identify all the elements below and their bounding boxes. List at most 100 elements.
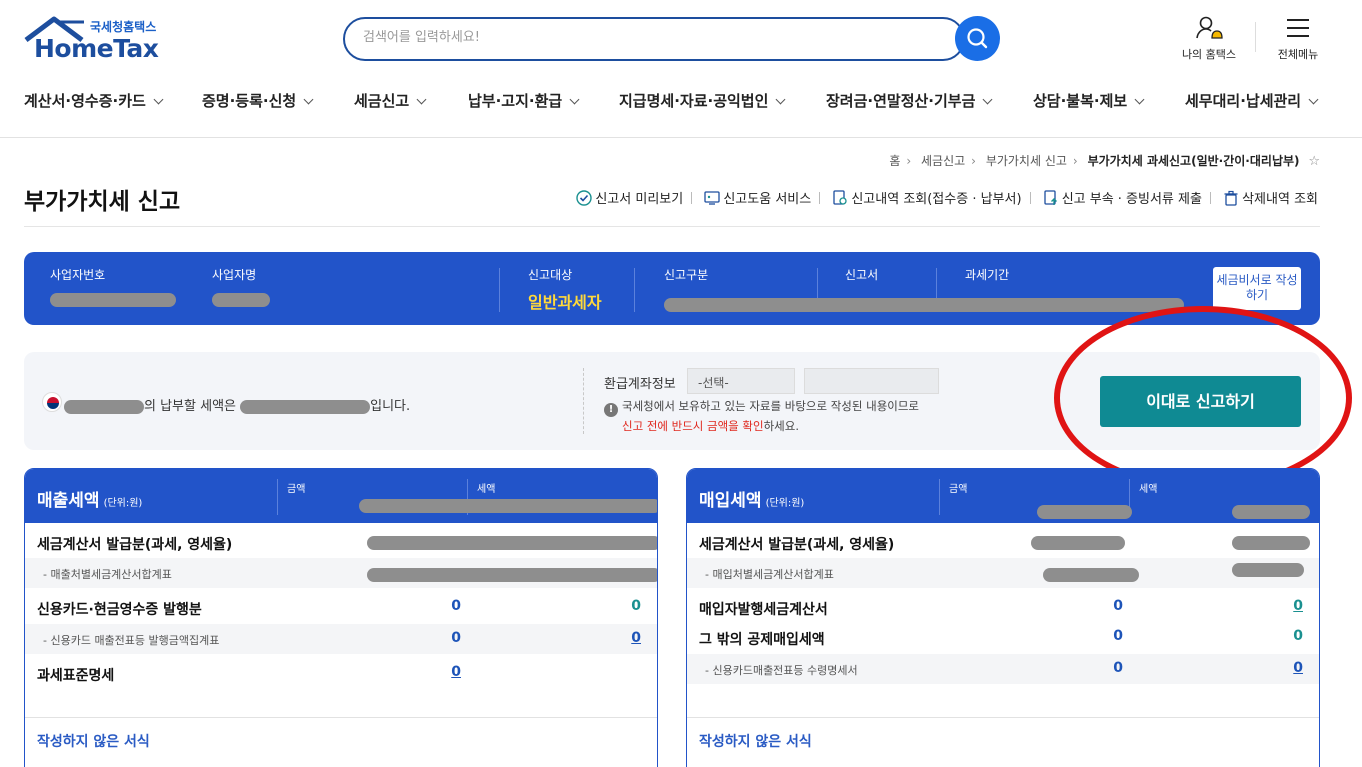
type-form-period-redacted <box>664 294 1184 313</box>
table-row: 그 밖의 공제매입세액 0 0 <box>687 622 1319 652</box>
chevron-down-icon <box>1308 94 1319 105</box>
nav-item-tax-filing[interactable]: 세금신고 <box>354 90 427 111</box>
refund-account-label: 환급계좌정보 <box>604 377 676 392</box>
korea-flag-icon <box>42 392 62 412</box>
taxpayer-name-redacted <box>64 399 144 414</box>
amount-value: 0 <box>1113 660 1123 676</box>
attachment-submit-button[interactable]: 신고 부속 · 증빙서류 제출 <box>1043 188 1202 207</box>
notice-warning: 신고 전에 반드시 금액을 확인 <box>622 419 764 433</box>
document-search-icon <box>833 190 847 205</box>
hamburger-menu-icon <box>1287 19 1309 37</box>
nav-item-statements[interactable]: 지급명세·자료·공익법인 <box>619 90 786 111</box>
search-input[interactable] <box>363 30 923 45</box>
preview-label: 신고서 미리보기 <box>595 192 684 207</box>
table-row: 세금계산서 발급분(과세, 영세율) <box>687 527 1319 557</box>
target-value: 일반과세자 <box>528 293 602 312</box>
nav-label: 세금신고 <box>354 92 410 110</box>
nav-item-agency[interactable]: 세무대리·납세관리 <box>1185 90 1319 111</box>
favorite-star-icon[interactable]: ☆ <box>1308 154 1320 169</box>
purchase-tax-redacted <box>1232 505 1310 519</box>
row-label: 그 밖의 공제매입세액 <box>699 632 825 648</box>
all-menu-label: 전체메뉴 <box>1277 48 1319 61</box>
row-label: 과세표준명세 <box>37 668 115 684</box>
exclamation-icon: ! <box>604 403 618 417</box>
amount-value: 0 <box>451 630 461 646</box>
amount-redacted <box>1031 536 1125 550</box>
tax-value-link[interactable]: 0 <box>1293 598 1303 614</box>
nav-label: 세무대리·납세관리 <box>1185 92 1302 110</box>
file-return-button[interactable]: 이대로 신고하기 <box>1100 376 1301 427</box>
unwritten-forms-link[interactable]: 작성하지 않은 서식 <box>699 731 812 751</box>
info-divider <box>634 268 635 312</box>
nav-item-certificates[interactable]: 증명·등록·신청 <box>202 90 314 111</box>
tax-value-link[interactable]: 0 <box>1293 660 1303 676</box>
nav-label: 납부·고지·환급 <box>468 92 563 110</box>
tax-value-link[interactable]: 0 <box>631 630 641 646</box>
document-upload-icon <box>1044 190 1057 205</box>
help-service-label: 신고도움 서비스 <box>723 192 812 207</box>
my-hometax-label: 나의 홈택스 <box>1181 48 1237 61</box>
tax-summary-box: 의 납부할 세액은 입니다. 환급계좌정보 -선택- ! 국세청에서 보유하고 있… <box>24 352 1320 450</box>
table-row: - 신용카드매출전표등 수령명세서 0 0 <box>687 654 1319 684</box>
purchase-panel-header: 매입세액 (단위:원) 금액 세액 <box>687 469 1319 523</box>
table-row: - 매입처별세금계산서합계표 <box>687 558 1319 588</box>
chevron-down-icon <box>775 94 786 105</box>
history-button[interactable]: 신고내역 조회(접수증 · 납부서) <box>832 188 1022 207</box>
biz-name-label: 사업자명 <box>212 268 257 282</box>
title-toolbar: 신고서 미리보기 신고도움 서비스 신고내역 조회(접수증 · 납부서) 신고 … <box>568 188 1318 207</box>
header-divider <box>1255 22 1256 52</box>
sales-panel-title: 매출세액 (단위:원) <box>37 491 143 511</box>
nav-item-incentives[interactable]: 장려금·연말정산·기부금 <box>826 90 993 111</box>
preview-check-icon <box>576 190 593 206</box>
tax-value: 0 <box>631 598 641 614</box>
sales-col-tax: 세액 <box>477 484 496 495</box>
purchase-panel-title: 매입세액 (단위:원) <box>699 491 805 511</box>
row-label: 세금계산서 발급분(과세, 영세율) <box>37 537 233 553</box>
sales-total-redacted <box>359 499 657 513</box>
amount-redacted <box>1043 568 1139 582</box>
amount-value: 0 <box>1113 598 1123 614</box>
nav-item-consulting[interactable]: 상담·불복·제보 <box>1033 90 1145 111</box>
nav-label: 계산서·영수증·카드 <box>24 92 146 110</box>
summary-msg-end: 입니다. <box>370 399 411 414</box>
amount-value: 0 <box>1113 628 1123 644</box>
help-service-button[interactable]: 신고도움 서비스 <box>704 188 811 207</box>
row-label: 신용카드·현금영수증 발행분 <box>37 602 202 618</box>
deleted-history-button[interactable]: 삭제내역 조회 <box>1223 188 1318 207</box>
biz-no-value-redacted <box>50 289 176 308</box>
my-hometax-button[interactable]: 나의 홈택스 <box>1176 14 1242 62</box>
nav-item-receipts[interactable]: 계산서·영수증·카드 <box>24 90 164 111</box>
nav-item-payment[interactable]: 납부·고지·환급 <box>468 90 580 111</box>
all-menu-button[interactable]: 전체메뉴 <box>1270 14 1326 62</box>
monitor-help-icon <box>704 191 720 205</box>
refund-account-input[interactable] <box>804 368 939 394</box>
logo-title: HomeTax <box>34 34 159 63</box>
period-label: 과세기간 <box>965 268 1010 282</box>
unwritten-forms-link[interactable]: 작성하지 않은 서식 <box>37 731 150 751</box>
biz-no-field: 사업자번호 <box>50 266 176 308</box>
data-notice-2: 신고 전에 반드시 금액을 확인하세요. <box>622 418 799 434</box>
breadcrumb-vat[interactable]: 부가가치세 신고 <box>986 154 1067 168</box>
hometax-logo[interactable]: 국세청홈택스 HomeTax <box>24 16 164 64</box>
search-icon <box>967 28 988 49</box>
amount-value-link[interactable]: 0 <box>451 664 461 680</box>
preview-button[interactable]: 신고서 미리보기 <box>576 188 683 207</box>
sales-tax-panel: 매출세액 (단위:원) 금액 세액 세금계산서 발급분(과세, 영세율) - 매출… <box>24 468 658 767</box>
biz-name-value-redacted <box>212 289 270 308</box>
refund-bank-select[interactable]: -선택- <box>687 368 795 394</box>
search-box <box>343 17 965 61</box>
summary-divider <box>583 368 584 434</box>
search-button[interactable] <box>955 16 1000 61</box>
breadcrumb-home[interactable]: 홈 <box>889 154 900 168</box>
amount-redacted <box>367 536 657 550</box>
info-divider <box>499 268 500 312</box>
purchase-col-amount: 금액 <box>949 484 968 495</box>
breadcrumb-tax-filing[interactable]: 세금신고 <box>921 154 965 168</box>
form-label: 신고서 <box>845 268 879 282</box>
tax-secretary-button[interactable]: 세금비서로 작성하기 <box>1213 267 1301 310</box>
type-label: 신고구분 <box>664 268 709 282</box>
notice-end: 하세요. <box>763 419 799 433</box>
trash-icon <box>1224 190 1238 206</box>
user-bell-icon <box>1196 16 1223 39</box>
amount-redacted <box>367 568 657 582</box>
